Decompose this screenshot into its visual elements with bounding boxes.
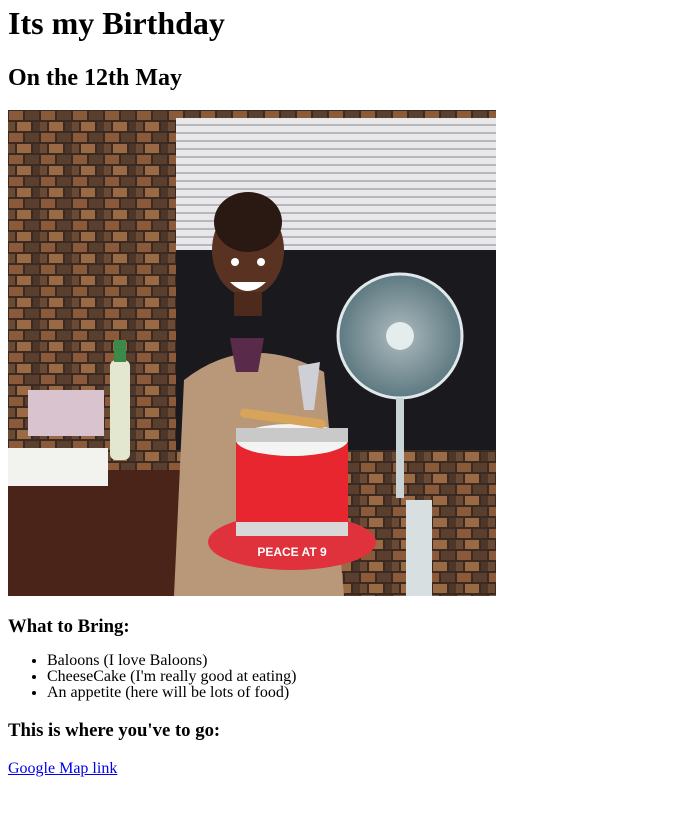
cake-board-text: PEACE AT 9	[257, 545, 327, 559]
google-map-link[interactable]: Google Map link	[8, 760, 117, 778]
page-subtitle: On the 12th May	[8, 65, 182, 91]
bring-list: Baloons (I love Baloons) CheeseCake (I'm…	[8, 653, 296, 701]
birthday-photo: PEACE AT 9	[8, 110, 496, 596]
bring-heading: What to Bring:	[8, 616, 130, 637]
list-item: Baloons (I love Baloons)	[47, 653, 296, 669]
list-item: CheeseCake (I'm really good at eating)	[47, 669, 296, 685]
list-item: An appetite (here will be lots of food)	[47, 685, 296, 701]
directions-heading: This is where you've to go:	[8, 720, 221, 741]
page-title: Its my Birthday	[8, 5, 225, 41]
